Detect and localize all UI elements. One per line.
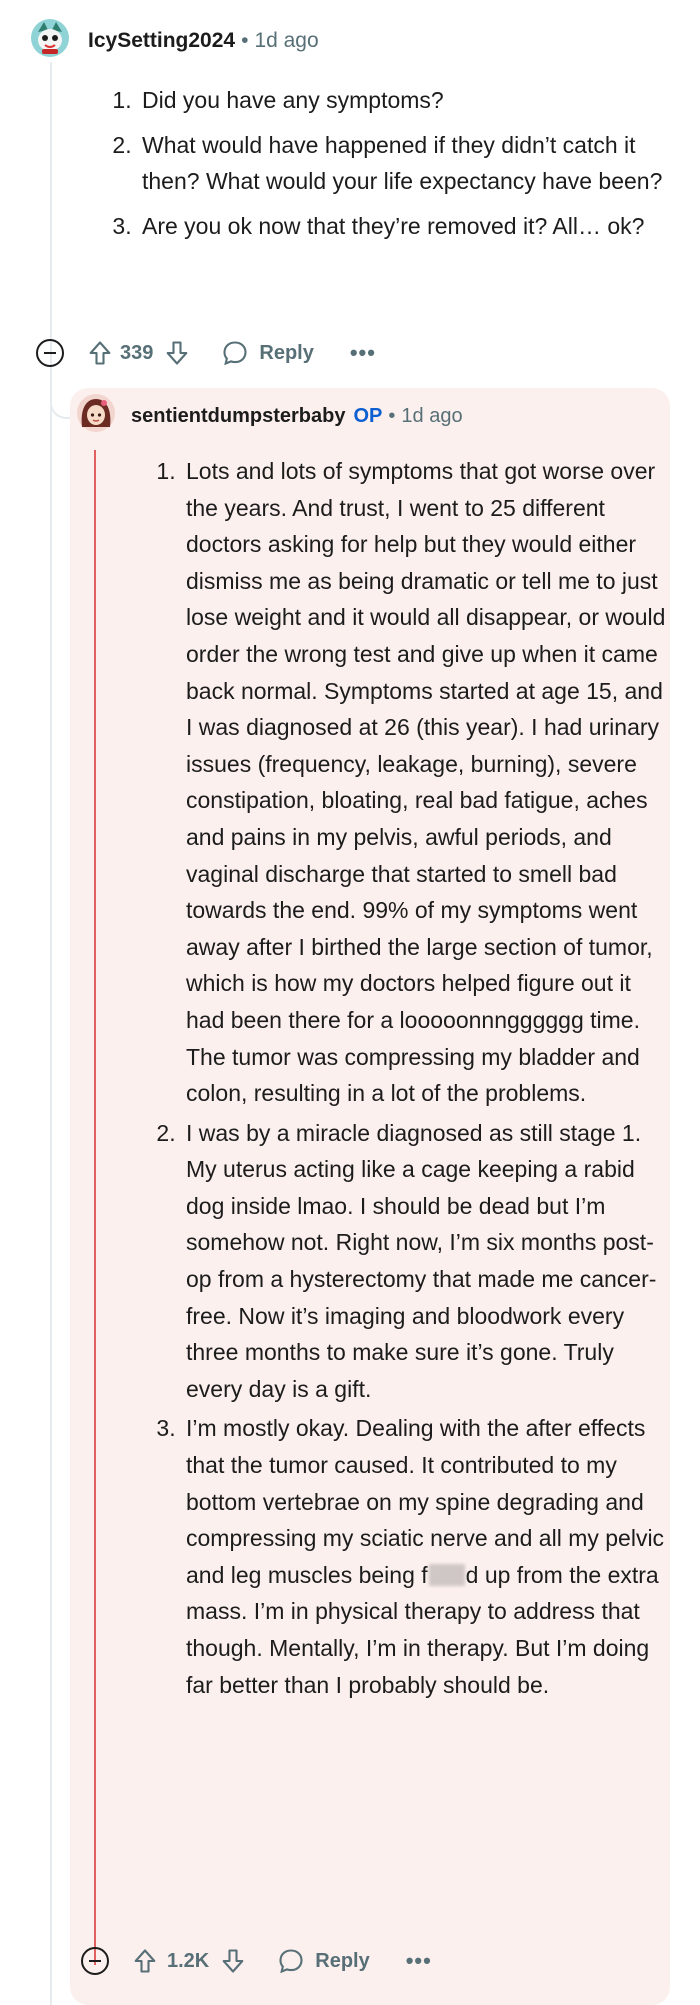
list-item: Did you have any symptoms? bbox=[138, 82, 678, 119]
reply-button[interactable]: Reply bbox=[221, 339, 314, 367]
redacted-word bbox=[428, 1563, 465, 1586]
arrow-up-icon[interactable] bbox=[86, 339, 114, 367]
list-item: Are you ok now that they’re removed it? … bbox=[138, 208, 678, 245]
parent-comment-meta: IcySetting2024 • 1d ago bbox=[88, 29, 319, 53]
reply-comment-meta: sentientdumpsterbaby OP • 1d ago bbox=[131, 405, 463, 428]
timestamp[interactable]: 1d ago bbox=[254, 29, 318, 53]
speech-bubble-icon bbox=[223, 341, 247, 366]
list-item: I was by a miracle diagnosed as still st… bbox=[182, 1115, 667, 1408]
reply-label: Reply bbox=[259, 341, 314, 364]
more-options-button[interactable]: ••• bbox=[350, 342, 376, 364]
timestamp[interactable]: 1d ago bbox=[401, 405, 462, 428]
reply-label: Reply bbox=[315, 1949, 370, 1972]
more-options-button[interactable]: ••• bbox=[406, 1950, 432, 1972]
vote-count: 339 bbox=[120, 341, 154, 364]
separator-dot: • bbox=[241, 29, 249, 52]
parent-comment-body: Did you have any symptoms? What would ha… bbox=[138, 82, 678, 252]
username[interactable]: IcySetting2024 bbox=[88, 29, 235, 53]
list-item: Lots and lots of symptoms that got worse… bbox=[182, 453, 667, 1112]
arrow-up-icon[interactable] bbox=[131, 1947, 159, 1975]
separator-dot: • bbox=[388, 405, 396, 427]
reply-avatar[interactable] bbox=[76, 393, 116, 433]
username[interactable]: sentientdumpsterbaby bbox=[131, 405, 345, 428]
list-item: I’m mostly okay. Dealing with the after … bbox=[182, 1410, 667, 1703]
vote-count: 1.2K bbox=[167, 1949, 210, 1972]
reply-comment-body: Lots and lots of symptoms that got worse… bbox=[182, 453, 667, 1706]
op-badge: OP bbox=[353, 405, 383, 427]
vote-controls: 339 bbox=[86, 339, 191, 367]
collapse-icon[interactable] bbox=[81, 1947, 109, 1975]
parent-comment-actions: 339 Reply ••• bbox=[36, 336, 376, 370]
arrow-down-icon[interactable] bbox=[163, 339, 191, 367]
list-item: What would have happened if they didn’t … bbox=[138, 127, 678, 200]
reply-button[interactable]: Reply bbox=[277, 1947, 370, 1975]
vote-controls: 1.2K bbox=[131, 1947, 247, 1975]
reply-thread-line[interactable] bbox=[94, 450, 96, 1965]
speech-bubble-icon bbox=[279, 1949, 303, 1974]
collapse-icon[interactable] bbox=[36, 339, 64, 367]
reply-comment-actions: 1.2K Reply ••• bbox=[81, 1944, 432, 1978]
parent-avatar[interactable] bbox=[30, 18, 70, 58]
arrow-down-icon[interactable] bbox=[219, 1947, 247, 1975]
